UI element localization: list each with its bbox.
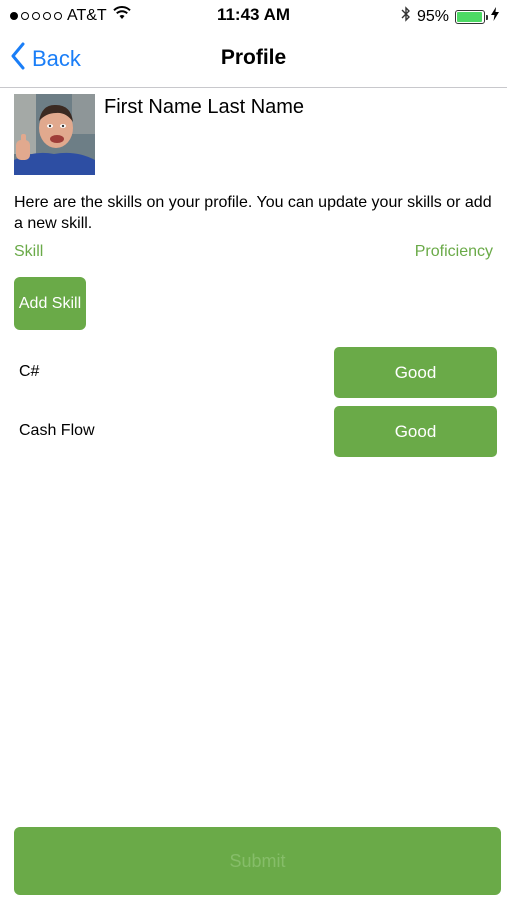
status-right: 95% — [401, 6, 499, 27]
skill-row: C# Good — [0, 347, 507, 399]
proficiency-button[interactable]: Good — [334, 406, 497, 457]
add-skill-button[interactable]: Add Skill — [14, 277, 86, 330]
skill-column-header: Skill — [14, 243, 44, 260]
status-bar: AT&T 11:43 AM 95% — [0, 0, 507, 30]
avatar — [14, 94, 95, 175]
skill-name: Cash Flow — [19, 422, 95, 439]
page-title: Profile — [220, 46, 287, 69]
skill-name: C# — [19, 363, 40, 380]
profile-name: First Name Last Name — [104, 96, 305, 118]
battery-icon — [455, 9, 488, 24]
battery-percent: 95% — [416, 7, 449, 25]
profile-screen: AT&T 11:43 AM 95% Back Profile First Nam… — [0, 0, 507, 900]
charging-bolt-icon — [491, 7, 499, 26]
skills-intro-text: Here are the skills on your profile. You… — [14, 194, 492, 232]
bluetooth-icon — [401, 6, 411, 27]
submit-button[interactable]: Submit — [14, 827, 501, 895]
skill-row: Cash Flow Good — [0, 406, 507, 458]
proficiency-column-header: Proficiency — [414, 243, 493, 260]
proficiency-button[interactable]: Good — [334, 347, 497, 398]
navigation-bar: Back Profile — [0, 30, 507, 88]
